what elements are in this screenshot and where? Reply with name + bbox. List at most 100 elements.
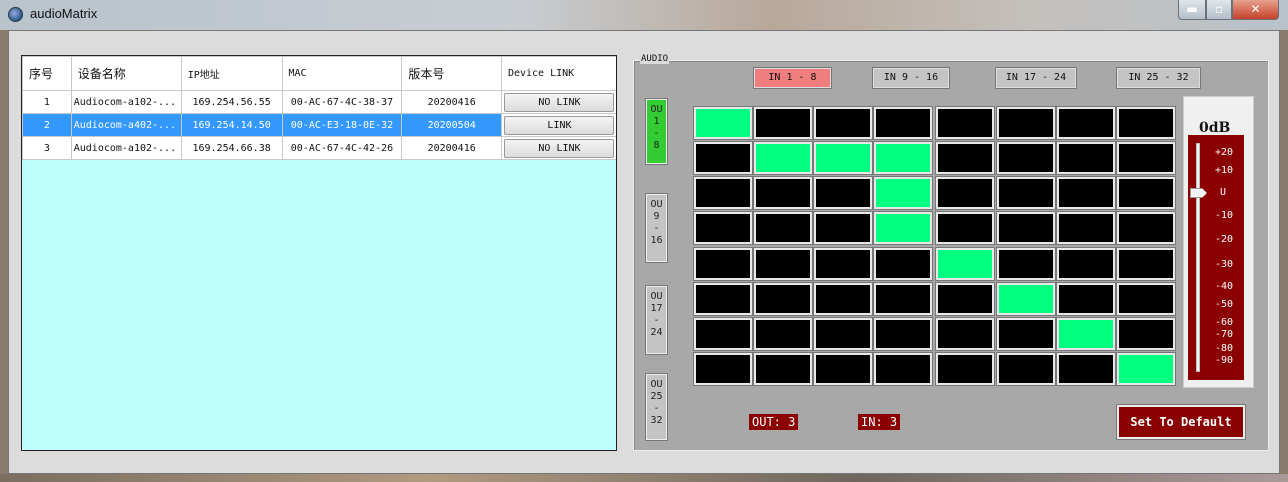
matrix-cell-out8-in7[interactable] xyxy=(1056,352,1116,386)
cell-device-name: Audiocom-a102-... xyxy=(70,90,182,114)
header-device-name[interactable]: 设备名称 xyxy=(70,56,182,91)
matrix-cell-out4-in5[interactable] xyxy=(935,211,995,245)
matrix-cell-out3-in1[interactable] xyxy=(693,176,753,210)
set-to-default-button[interactable]: Set To Default xyxy=(1116,404,1246,440)
matrix-cell-out5-in4[interactable] xyxy=(873,247,933,281)
matrix-cell-out8-in4[interactable] xyxy=(873,352,933,386)
table-row[interactable]: 2 Audiocom-a402-... 169.254.14.50 00-AC-E3-… xyxy=(22,113,616,137)
matrix-cell-out4-in4[interactable] xyxy=(873,211,933,245)
matrix-cell-out8-in3[interactable] xyxy=(813,352,873,386)
matrix-cell-out7-in8[interactable] xyxy=(1116,317,1176,351)
output-bank-tab[interactable]: OU 17-24 xyxy=(645,285,668,355)
minimize-button[interactable]: ▬ xyxy=(1178,0,1206,20)
matrix-cell-out8-in6[interactable] xyxy=(996,352,1056,386)
matrix-cell-out6-in2[interactable] xyxy=(753,282,813,316)
matrix-cell-out7-in3[interactable] xyxy=(813,317,873,351)
matrix-cell-out1-in5[interactable] xyxy=(935,106,995,140)
matrix-cell-out1-in8[interactable] xyxy=(1116,106,1176,140)
cell-ip: 169.254.66.38 xyxy=(180,136,283,160)
output-bank-label: OU xyxy=(650,379,663,390)
matrix-cell-out6-in4[interactable] xyxy=(873,282,933,316)
matrix-cell-out5-in8[interactable] xyxy=(1116,247,1176,281)
matrix-cell-out7-in4[interactable] xyxy=(873,317,933,351)
matrix-cell-out1-in6[interactable] xyxy=(996,106,1056,140)
table-row[interactable]: 1 Audiocom-a102-... 169.254.56.55 00-AC-67-… xyxy=(22,90,616,114)
matrix-cell-out5-in6[interactable] xyxy=(996,247,1056,281)
matrix-cell-out7-in6[interactable] xyxy=(996,317,1056,351)
matrix-cell-out2-in4[interactable] xyxy=(873,141,933,175)
header-ip[interactable]: IP地址 xyxy=(180,56,283,91)
matrix-cell-out1-in7[interactable] xyxy=(1056,106,1116,140)
matrix-cell-out3-in2[interactable] xyxy=(753,176,813,210)
output-bank-label: 9 xyxy=(653,211,660,222)
matrix-cell-out4-in2[interactable] xyxy=(753,211,813,245)
output-bank-tab[interactable]: OU 1-8 xyxy=(645,98,668,165)
header-version[interactable]: 版本号 xyxy=(401,56,502,91)
header-device-link[interactable]: Device LINK xyxy=(500,56,616,91)
matrix-cell-out2-in1[interactable] xyxy=(693,141,753,175)
matrix-cell-out5-in7[interactable] xyxy=(1056,247,1116,281)
matrix-cell-out5-in5[interactable] xyxy=(935,247,995,281)
matrix-cell-out4-in1[interactable] xyxy=(693,211,753,245)
matrix-cell-out4-in8[interactable] xyxy=(1116,211,1176,245)
matrix-cell-out3-in3[interactable] xyxy=(813,176,873,210)
matrix-cell-out6-in3[interactable] xyxy=(813,282,873,316)
gain-scale-label: -70 xyxy=(1215,329,1234,340)
matrix-cell-out2-in8[interactable] xyxy=(1116,141,1176,175)
matrix-cell-out8-in8[interactable] xyxy=(1116,352,1176,386)
matrix-cell-out2-in6[interactable] xyxy=(996,141,1056,175)
close-button[interactable]: ✕ xyxy=(1232,0,1279,20)
matrix-cell-out6-in1[interactable] xyxy=(693,282,753,316)
matrix-cell-out6-in7[interactable] xyxy=(1056,282,1116,316)
matrix-cell-out5-in1[interactable] xyxy=(693,247,753,281)
input-bank-tab[interactable]: IN 25 - 32 xyxy=(1116,67,1201,89)
matrix-cell-out2-in5[interactable] xyxy=(935,141,995,175)
matrix-cell-out4-in3[interactable] xyxy=(813,211,873,245)
matrix-cell-out8-in5[interactable] xyxy=(935,352,995,386)
input-bank-tab[interactable]: IN 9 - 16 xyxy=(872,67,950,89)
gain-slider-track[interactable] xyxy=(1196,143,1200,372)
matrix-cell-out4-in6[interactable] xyxy=(996,211,1056,245)
matrix-cell-out6-in6[interactable] xyxy=(996,282,1056,316)
matrix-cell-out6-in5[interactable] xyxy=(935,282,995,316)
matrix-cell-out7-in5[interactable] xyxy=(935,317,995,351)
header-mac[interactable]: MAC xyxy=(281,56,403,91)
output-bank-label: - xyxy=(653,128,660,139)
cell-ip: 169.254.56.55 xyxy=(180,90,283,114)
device-link-button[interactable]: NO LINK xyxy=(504,92,615,112)
output-bank-tab[interactable]: OU 9-16 xyxy=(645,193,668,263)
matrix-cell-out8-in1[interactable] xyxy=(693,352,753,386)
gain-scale-label: +20 xyxy=(1215,147,1234,158)
matrix-cell-out7-in7[interactable] xyxy=(1056,317,1116,351)
matrix-cell-out2-in7[interactable] xyxy=(1056,141,1116,175)
device-link-button[interactable]: LINK xyxy=(504,115,615,135)
device-link-button[interactable]: NO LINK xyxy=(504,138,615,158)
input-bank-tab[interactable]: IN 1 - 8 xyxy=(753,67,832,89)
input-bank-tab[interactable]: IN 17 - 24 xyxy=(995,67,1077,89)
matrix-cell-out3-in5[interactable] xyxy=(935,176,995,210)
matrix-cell-out7-in2[interactable] xyxy=(753,317,813,351)
matrix-cell-out3-in8[interactable] xyxy=(1116,176,1176,210)
matrix-cell-out3-in7[interactable] xyxy=(1056,176,1116,210)
matrix-cell-out5-in3[interactable] xyxy=(813,247,873,281)
matrix-cell-out3-in4[interactable] xyxy=(873,176,933,210)
matrix-cell-out2-in2[interactable] xyxy=(753,141,813,175)
matrix-cell-out1-in4[interactable] xyxy=(873,106,933,140)
matrix-cell-out1-in2[interactable] xyxy=(753,106,813,140)
gain-scale-label: -20 xyxy=(1215,234,1234,245)
matrix-cell-out2-in3[interactable] xyxy=(813,141,873,175)
matrix-cell-out5-in2[interactable] xyxy=(753,247,813,281)
maximize-button[interactable]: ▫ xyxy=(1206,0,1232,20)
matrix-cell-out1-in3[interactable] xyxy=(813,106,873,140)
matrix-cell-out4-in7[interactable] xyxy=(1056,211,1116,245)
output-bank-tab[interactable]: OU 25-32 xyxy=(645,373,668,441)
gain-scale-label: +10 xyxy=(1215,165,1234,176)
matrix-cell-out1-in1[interactable] xyxy=(693,106,753,140)
matrix-cell-out6-in8[interactable] xyxy=(1116,282,1176,316)
matrix-cell-out8-in2[interactable] xyxy=(753,352,813,386)
header-index[interactable]: 序号 xyxy=(22,56,72,91)
matrix-cell-out3-in6[interactable] xyxy=(996,176,1056,210)
matrix-cell-out7-in1[interactable] xyxy=(693,317,753,351)
table-row[interactable]: 3 Audiocom-a102-... 169.254.66.38 00-AC-67-… xyxy=(22,136,616,160)
output-bank-label: 25 xyxy=(650,391,663,402)
